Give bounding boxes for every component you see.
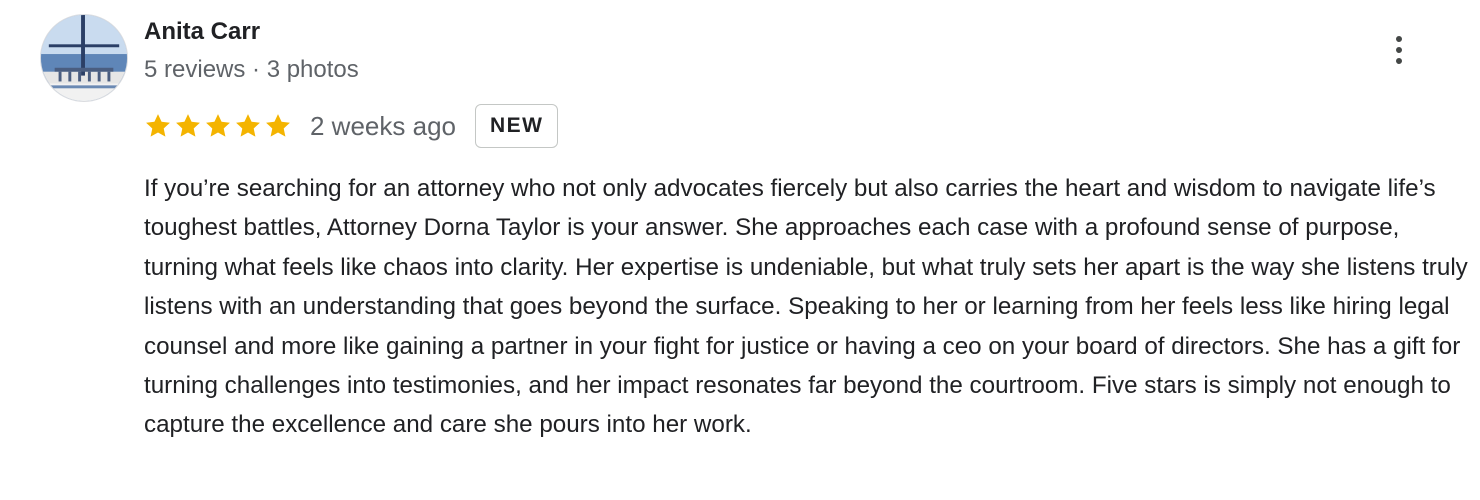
rating-row: 2 weeks ago NEW [144,104,559,148]
more-vert-icon-dot [1396,47,1402,53]
star-icon [266,114,290,137]
more-vert-icon-dot [1396,58,1402,64]
review-card: Anita Carr 5 reviews · 3 photos 2 weeks … [0,0,1480,500]
star-rating [144,112,292,140]
star-icon [206,114,230,137]
star-icon [146,114,170,137]
avatar-photo-icon [41,15,127,101]
star-icon [236,114,260,137]
review-date: 2 weeks ago [310,110,456,141]
author-name[interactable]: Anita Carr [144,16,260,48]
author-meta: 5 reviews · 3 photos [144,56,359,83]
new-badge: NEW [474,104,559,148]
more-options-button[interactable] [1380,28,1418,72]
review-text: If you’re searching for an attorney who … [144,175,1468,439]
avatar[interactable] [40,14,128,102]
more-vert-icon [1396,36,1402,42]
star-icon [176,114,200,137]
